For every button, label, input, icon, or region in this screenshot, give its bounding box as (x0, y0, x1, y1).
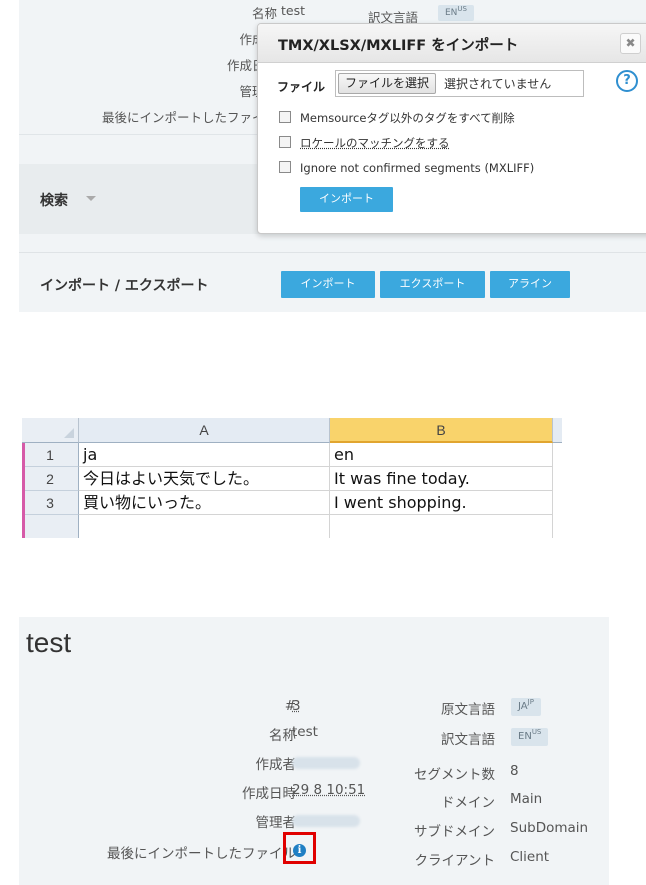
source-language-label: 原文言語 (441, 702, 495, 718)
column-header-c[interactable] (553, 418, 562, 443)
chevron-down-icon[interactable] (86, 196, 96, 201)
dialog-title: TMX/XLSX/MXLIFF をインポート (278, 38, 519, 54)
project-title: test (26, 627, 72, 658)
remove-tags-checkbox[interactable] (279, 111, 291, 123)
created-at-label: 作成日時 (242, 786, 296, 802)
name-label: 名称 (251, 6, 277, 21)
highlight-box (283, 832, 316, 864)
subdomain-label: サブドメイン (414, 824, 495, 840)
subdomain-value: SubDomain (510, 820, 589, 836)
select-all-icon (64, 428, 74, 438)
cell-a2[interactable]: 今日はよい天気でした。 (79, 467, 330, 491)
target-language-label: 訳文言語 (441, 732, 495, 748)
creator-value-redacted (292, 757, 360, 769)
import-screen-panel: 名称 test 作成者 作成日時 管理者 最後にインポートしたファイル 訳文言語… (19, 0, 646, 312)
ignore-unconfirmed-checkbox[interactable] (279, 161, 291, 173)
remove-tags-option[interactable]: Memsourceタグ以外のタグをすべて削除 (279, 110, 515, 126)
help-icon[interactable]: ? (616, 70, 638, 92)
last-imported-file-label: 最後にインポートしたファイル (107, 846, 296, 862)
client-label: クライアント (414, 853, 495, 869)
row-header[interactable]: 2 (22, 467, 79, 491)
close-icon[interactable]: ✖ (620, 33, 641, 54)
row-header[interactable] (22, 515, 79, 538)
manager-value-redacted (292, 815, 360, 827)
search-label[interactable]: 検索 (40, 190, 68, 210)
name-value: test (292, 724, 318, 740)
project-info-panel: test # 3 名称 test 作成者 作成日時 29 8 10:51 管理者… (19, 617, 609, 885)
cell-a1[interactable]: ja (79, 443, 330, 467)
cell-a4[interactable] (79, 515, 330, 538)
align-button[interactable]: アライン (490, 271, 570, 298)
export-button[interactable]: エクスポート (380, 271, 485, 298)
name-value: test (281, 3, 306, 18)
created-at-value[interactable]: 29 8 10:51 (292, 782, 365, 798)
dialog-import-button[interactable]: インポート (300, 187, 393, 212)
file-status: 選択されていません (444, 77, 552, 91)
row-header[interactable]: 1 (22, 443, 79, 467)
column-header-a[interactable]: A (79, 418, 330, 443)
target-language-badge: ENUS (438, 5, 474, 21)
choose-file-button[interactable]: ファイルを選択 (338, 73, 437, 94)
last-imported-file-label: 最後にインポートしたファイル (101, 110, 277, 125)
locale-matching-option[interactable]: ロケールのマッチングをする (279, 135, 450, 151)
file-label: ファイル (277, 80, 326, 94)
cell-b1[interactable]: en (330, 443, 553, 467)
cell-a3[interactable]: 買い物にいった。 (79, 491, 330, 515)
divider (19, 252, 646, 253)
domain-value: Main (510, 791, 543, 807)
import-dialog: TMX/XLSX/MXLIFF をインポート ✖ ファイル ファイルを選択 選択… (257, 23, 646, 234)
column-header-b[interactable]: B (330, 418, 553, 443)
creator-label: 作成者 (255, 757, 297, 773)
cell-b4[interactable] (330, 515, 553, 538)
select-all-corner[interactable] (22, 418, 79, 443)
spreadsheet: A B 1 ja en 2 今日はよい天気でした。 It was fine to… (22, 418, 562, 538)
locale-matching-checkbox[interactable] (279, 136, 291, 148)
segment-count-value: 8 (510, 763, 519, 779)
cell-b2[interactable]: It was fine today. (330, 467, 553, 491)
source-language-badge: JAJP (511, 698, 541, 716)
target-language-badge: ENUS (511, 728, 549, 746)
client-value: Client (510, 849, 550, 865)
import-button[interactable]: インポート (281, 271, 375, 298)
file-input[interactable]: ファイルを選択 選択されていません (335, 70, 584, 97)
id-value[interactable]: 3 (292, 698, 301, 714)
cell-b3[interactable]: I went shopping. (330, 491, 553, 515)
domain-label: ドメイン (441, 795, 495, 811)
import-export-label: インポート / エクスポート (40, 278, 209, 294)
ignore-unconfirmed-option[interactable]: Ignore not confirmed segments (MXLIFF) (279, 161, 534, 175)
segment-count-label: セグメント数 (414, 767, 495, 783)
manager-label: 管理者 (255, 815, 297, 831)
row-header[interactable]: 3 (22, 491, 79, 515)
row-selection-marker (22, 443, 25, 538)
